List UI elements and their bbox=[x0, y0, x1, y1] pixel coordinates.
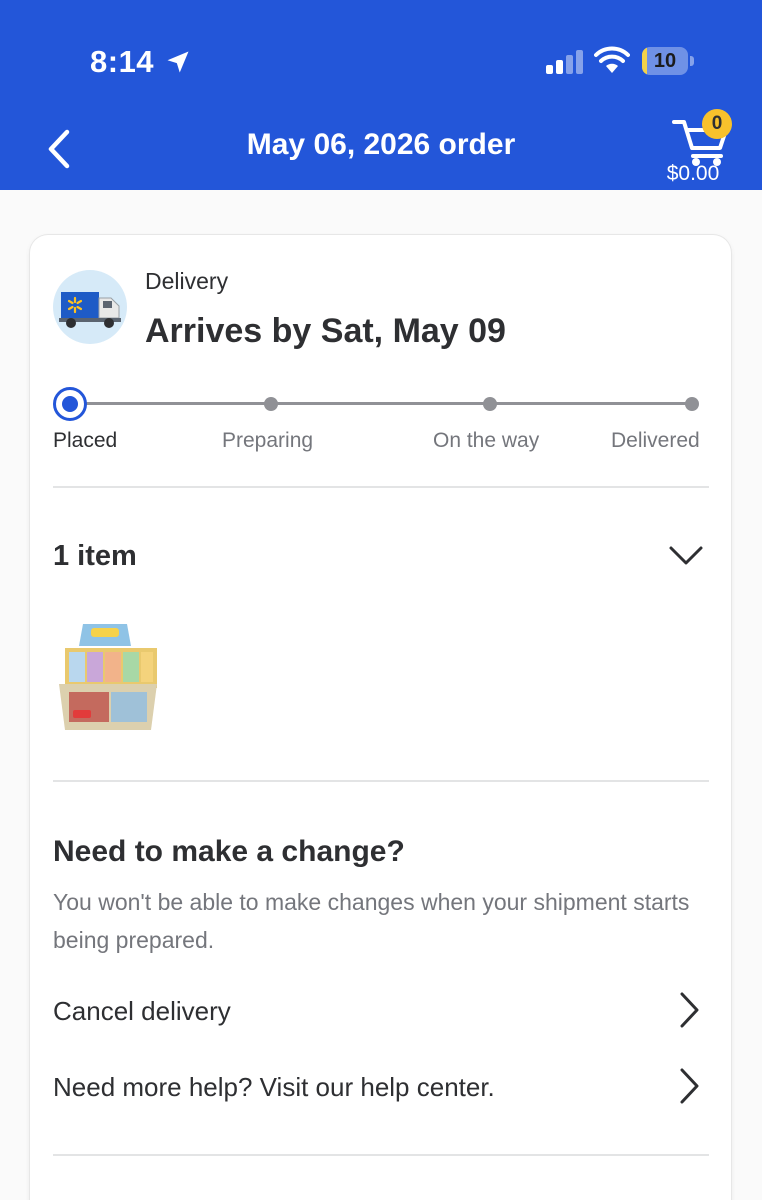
cancel-delivery-row[interactable]: Cancel delivery bbox=[53, 984, 709, 1040]
chevron-right-icon bbox=[680, 1068, 699, 1104]
tracker-label-delivered: Delivered bbox=[611, 429, 700, 452]
tracker-line bbox=[70, 402, 692, 405]
delivery-label: Delivery bbox=[145, 268, 229, 294]
divider bbox=[53, 486, 709, 488]
cart-total: $0.00 bbox=[666, 162, 720, 185]
battery-level-text: 10 bbox=[653, 50, 677, 72]
divider bbox=[53, 780, 709, 782]
tracker-label-preparing: Preparing bbox=[222, 429, 314, 452]
tracker-step-delivered-dot bbox=[685, 397, 699, 411]
tracker-label-placed: Placed bbox=[53, 429, 118, 452]
status-time: 8:14 bbox=[90, 44, 192, 80]
items-count[interactable]: 1 item bbox=[53, 540, 137, 573]
help-center-row[interactable]: Need more help? Visit our help center. bbox=[53, 1060, 709, 1116]
cart-count-badge: 0 bbox=[702, 109, 732, 139]
delivery-truck-icon bbox=[53, 270, 127, 344]
product-image-booster-box[interactable] bbox=[53, 618, 167, 736]
divider bbox=[53, 1154, 709, 1156]
tracker-label-on-the-way: On the way bbox=[433, 429, 540, 452]
battery-indicator: 10 bbox=[642, 47, 694, 75]
cellular-signal-icon bbox=[546, 50, 583, 74]
wifi-icon bbox=[594, 46, 630, 73]
status-time-text: 8:14 bbox=[90, 44, 155, 79]
chevron-right-icon bbox=[680, 992, 699, 1028]
cancel-delivery-label: Cancel delivery bbox=[53, 996, 231, 1026]
tracker-step-on-the-way-dot bbox=[483, 397, 497, 411]
page-title: May 06, 2026 order bbox=[246, 128, 516, 161]
location-arrow-icon bbox=[167, 51, 189, 73]
change-section-description: You won't be able to make changes when y… bbox=[53, 889, 690, 953]
arrival-date: Arrives by Sat, May 09 bbox=[145, 312, 506, 350]
app-header: 8:14 10 May 06, 2026 order 0 $0.00 bbox=[0, 0, 762, 190]
change-section-title: Need to make a change? bbox=[53, 835, 405, 868]
tracker-step-placed-active bbox=[53, 387, 87, 421]
chevron-down-icon[interactable] bbox=[668, 542, 704, 570]
help-center-label: Need more help? Visit our help center. bbox=[53, 1072, 495, 1102]
tracker-step-preparing-dot bbox=[264, 397, 278, 411]
